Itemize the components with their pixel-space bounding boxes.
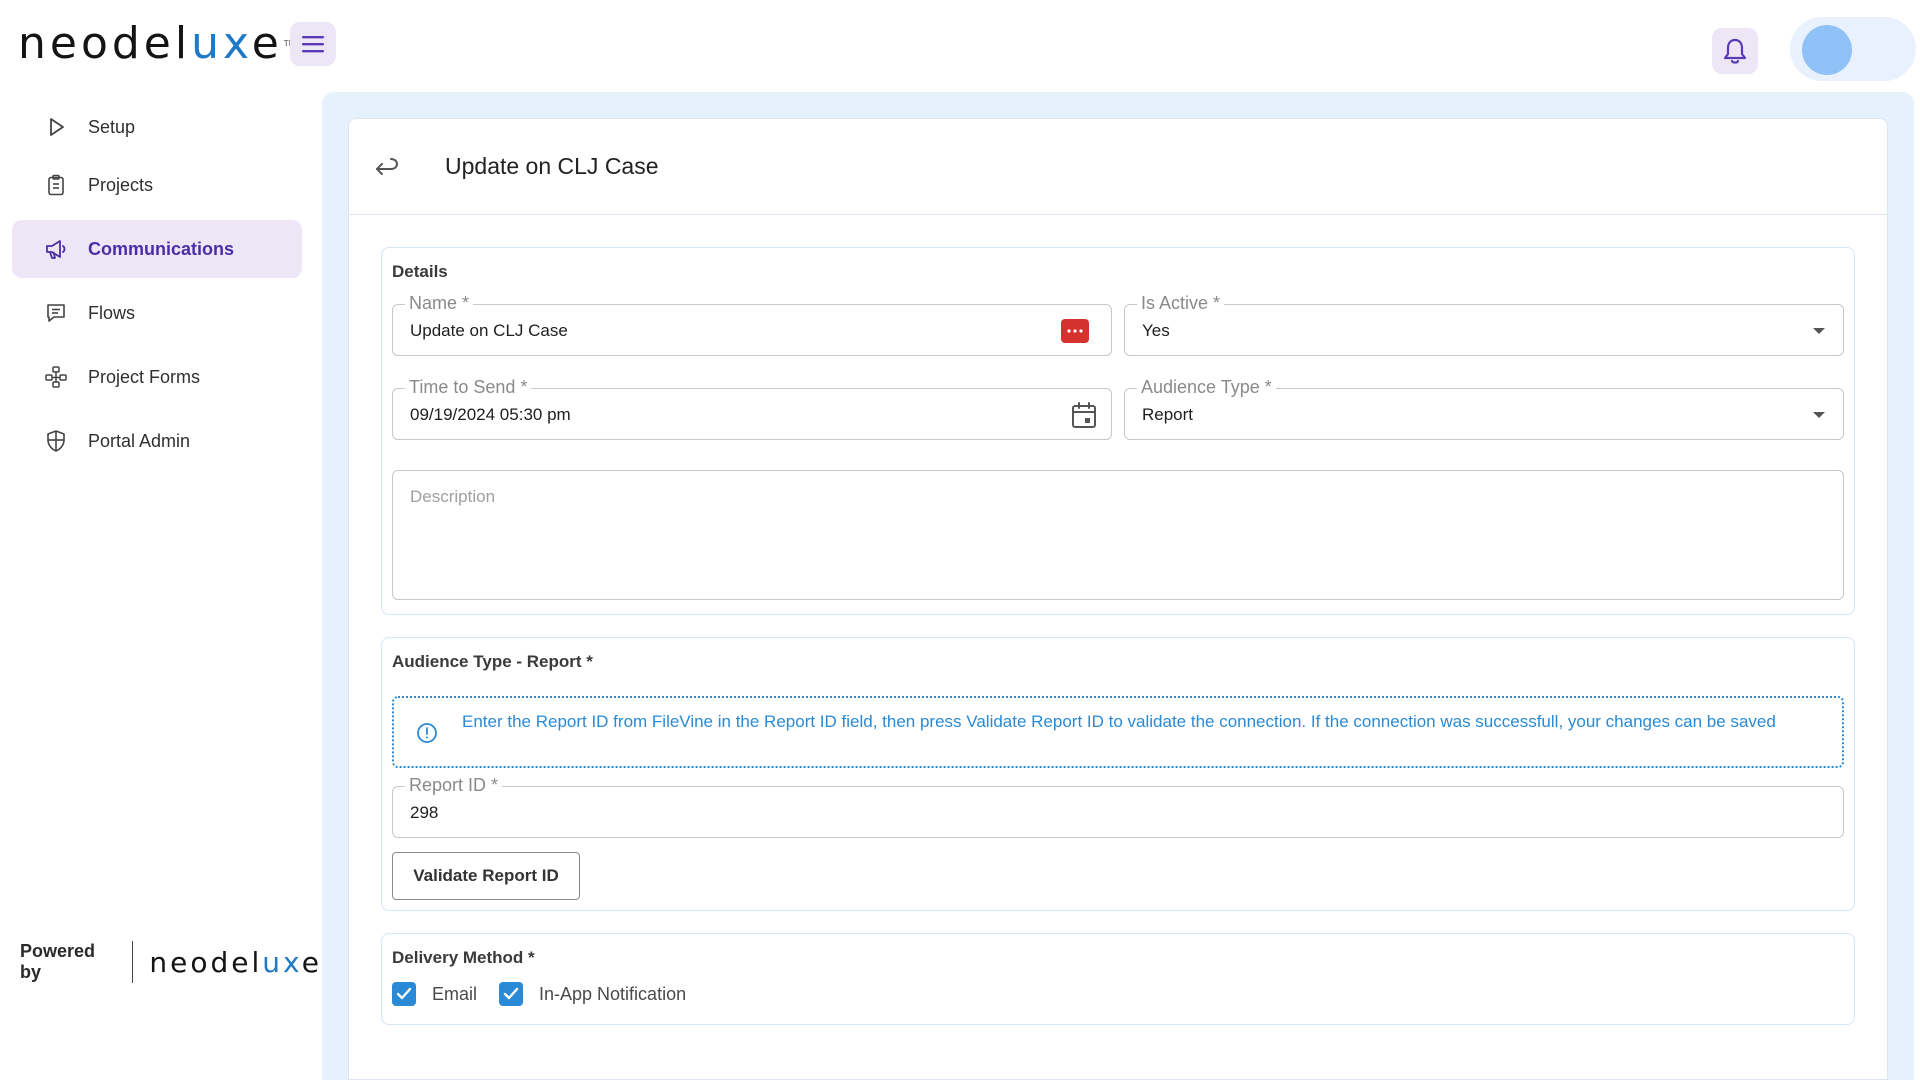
logo-accent: ux bbox=[191, 18, 252, 69]
time-to-send-value: 09/19/2024 05:30 pm bbox=[410, 405, 571, 424]
footer-logo-suffix: e bbox=[301, 945, 322, 979]
sidebar-item-portal-admin[interactable]: Portal Admin bbox=[12, 412, 302, 470]
info-alert: Enter the Report ID from FileVine in the… bbox=[392, 696, 1844, 768]
logo-text: neodel bbox=[18, 18, 192, 69]
powered-by-footer: Powered by neodeluxe bbox=[20, 940, 322, 984]
communication-form-card: Update on CLJ Case Details Name * Update… bbox=[348, 118, 1888, 1080]
sidebar-item-setup[interactable]: Setup bbox=[12, 98, 302, 156]
report-id-label: Report ID * bbox=[405, 775, 503, 795]
name-field[interactable]: Name * Update on CLJ Case bbox=[392, 293, 1112, 356]
is-active-value: Yes bbox=[1142, 321, 1170, 340]
email-label: Email bbox=[432, 983, 478, 1004]
chat-icon bbox=[44, 301, 68, 325]
top-bar: neodeluxeTM bbox=[0, 0, 1920, 92]
delivery-method-section: Delivery Method * Email In-App Notificat… bbox=[381, 933, 1855, 1025]
audience-report-section: Audience Type - Report * Enter the Repor… bbox=[381, 637, 1855, 911]
notifications-button[interactable] bbox=[1712, 28, 1758, 74]
name-value: Update on CLJ Case bbox=[410, 321, 568, 340]
page-title: Update on CLJ Case bbox=[445, 153, 659, 179]
footer-logo-accent: ux bbox=[262, 945, 302, 979]
in-app-notification-label: In-App Notification bbox=[539, 983, 687, 1004]
description-field[interactable]: Description bbox=[392, 470, 1844, 600]
report-id-value: 298 bbox=[410, 803, 439, 822]
play-icon bbox=[44, 115, 68, 139]
sidebar-item-label: Setup bbox=[88, 116, 136, 137]
sidebar-item-project-forms[interactable]: Project Forms bbox=[12, 348, 302, 406]
audience-type-label: Audience Type * bbox=[1137, 377, 1276, 397]
name-label: Name * bbox=[405, 293, 474, 313]
footer-divider bbox=[132, 941, 134, 983]
time-to-send-label: Time to Send * bbox=[405, 377, 532, 397]
footer-logo-text: neodel bbox=[149, 945, 263, 979]
sidebar-item-label: Portal Admin bbox=[88, 430, 191, 451]
nodes-icon bbox=[44, 365, 68, 389]
logo-suffix: e bbox=[251, 18, 283, 69]
is-active-select[interactable]: Is Active * Yes bbox=[1124, 293, 1844, 356]
bell-icon bbox=[1723, 38, 1747, 64]
sidebar-item-projects[interactable]: Projects bbox=[12, 156, 302, 214]
avatar bbox=[1802, 25, 1852, 75]
card-header: Update on CLJ Case bbox=[349, 119, 1887, 215]
is-active-label: Is Active * bbox=[1137, 293, 1225, 313]
time-to-send-field[interactable]: Time to Send * 09/19/2024 05:30 pm bbox=[392, 377, 1112, 440]
check-icon bbox=[396, 987, 412, 1000]
check-icon bbox=[503, 987, 519, 1000]
sidebar-item-communications[interactable]: Communications bbox=[12, 220, 302, 278]
chevron-down-icon bbox=[1813, 412, 1825, 418]
brand-logo[interactable]: neodeluxeTM bbox=[18, 18, 296, 70]
menu-toggle-button[interactable] bbox=[290, 22, 336, 66]
delivery-options: Email In-App Notification bbox=[392, 982, 708, 1006]
sidebar-item-label: Communications bbox=[88, 238, 235, 259]
sidebar: Setup Projects Communications Flows Proj… bbox=[0, 92, 322, 1080]
info-text: Enter the Report ID from FileVine in the… bbox=[462, 712, 1776, 731]
info-icon bbox=[417, 723, 437, 743]
details-section: Details Name * Update on CLJ Case Is Act… bbox=[381, 247, 1855, 615]
report-id-field[interactable]: Report ID * 298 bbox=[392, 775, 1844, 838]
audience-type-value: Report bbox=[1142, 405, 1194, 424]
sidebar-item-label: Projects bbox=[88, 174, 154, 195]
sidebar-item-label: Flows bbox=[88, 302, 136, 323]
email-checkbox[interactable] bbox=[392, 982, 416, 1006]
delivery-method-title: Delivery Method * bbox=[392, 948, 535, 967]
clipboard-icon bbox=[44, 173, 68, 197]
more-options-icon[interactable] bbox=[1061, 319, 1089, 343]
powered-by-text: Powered by bbox=[20, 941, 96, 982]
audience-type-select[interactable]: Audience Type * Report bbox=[1124, 377, 1844, 440]
sidebar-item-label: Project Forms bbox=[88, 366, 201, 387]
megaphone-icon bbox=[44, 237, 68, 261]
validate-report-id-button[interactable]: Validate Report ID bbox=[392, 852, 580, 900]
hamburger-icon bbox=[302, 36, 324, 53]
back-arrow-icon[interactable] bbox=[373, 155, 401, 181]
footer-logo[interactable]: neodeluxe bbox=[149, 946, 322, 979]
description-placeholder: Description bbox=[410, 487, 496, 506]
details-title: Details bbox=[392, 262, 448, 281]
audience-report-title: Audience Type - Report * bbox=[392, 652, 593, 671]
chevron-down-icon bbox=[1813, 328, 1825, 334]
profile-menu[interactable] bbox=[1790, 17, 1916, 81]
calendar-icon[interactable] bbox=[1071, 401, 1097, 429]
sidebar-item-flows[interactable]: Flows bbox=[12, 284, 302, 342]
shield-icon bbox=[44, 429, 68, 453]
in-app-notification-checkbox[interactable] bbox=[499, 982, 524, 1006]
